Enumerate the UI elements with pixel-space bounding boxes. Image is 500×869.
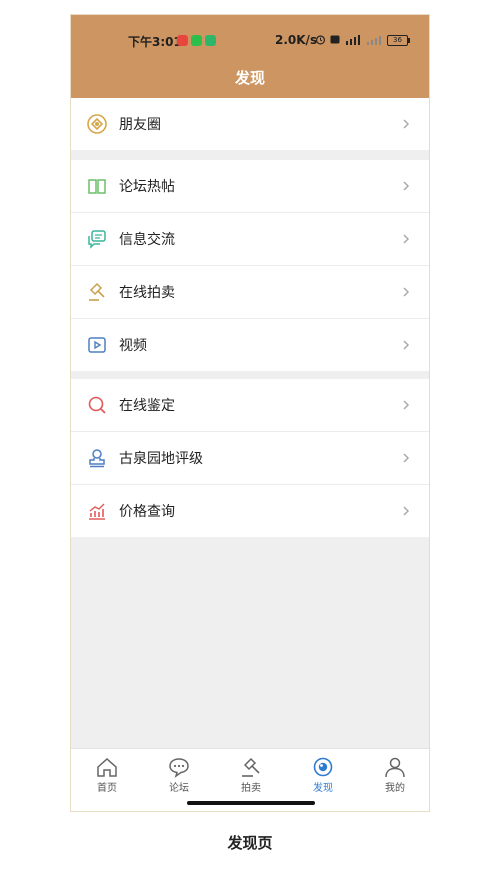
chevron-right-icon: [403, 506, 410, 516]
chevron-right-icon: [403, 340, 410, 350]
nav-profile[interactable]: 我的: [370, 756, 420, 794]
menu-item-label: 论坛热帖: [119, 179, 175, 195]
app-notification-icon: [177, 35, 188, 46]
section-services: 在线鉴定 古泉园地评级 价格查询: [71, 379, 429, 537]
menu-item-label: 信息交流: [119, 232, 175, 248]
signal-weak-icon: [367, 36, 381, 45]
chevron-right-icon: [403, 119, 410, 129]
nav-forum[interactable]: 论坛: [154, 756, 204, 794]
chevron-right-icon: [403, 181, 410, 191]
gavel-icon: [242, 757, 260, 777]
network-speed: 2.0K/s: [275, 33, 318, 47]
forum-icon: [169, 758, 189, 778]
page-title: 发现: [234, 69, 265, 87]
chevron-right-icon: [403, 287, 410, 297]
menu-item-label: 在线拍卖: [119, 285, 175, 301]
menu-item-price-lookup[interactable]: 价格查询: [71, 485, 429, 537]
nav-label: 发现: [313, 783, 333, 794]
gavel-icon: [89, 282, 105, 301]
chevron-right-icon: [403, 234, 410, 244]
menu-item-moments[interactable]: 朋友圈: [71, 98, 429, 150]
notification-icons: [177, 35, 216, 46]
menu-item-label: 价格查询: [119, 504, 175, 520]
section-community: 论坛热帖 信息交流 在线拍卖 视频: [71, 160, 429, 371]
wechat-icon: [191, 35, 202, 46]
menu-item-label: 朋友圈: [119, 117, 161, 133]
hd-icon: [330, 35, 340, 44]
nav-label: 我的: [385, 783, 405, 794]
menu-item-online-appraisal[interactable]: 在线鉴定: [71, 379, 429, 432]
nav-label: 拍卖: [241, 783, 261, 794]
system-icons: [315, 34, 382, 45]
nav-label: 论坛: [169, 783, 189, 794]
nav-discover[interactable]: 发现: [298, 756, 348, 794]
book-icon: [88, 179, 106, 194]
search-icon: [88, 396, 106, 414]
chart-icon: [89, 503, 105, 520]
phone-frame: 下午3:01 2.0K/s 36 发现 朋友圈 论坛热帖 信息交流 在线拍卖 视…: [70, 14, 430, 812]
alarm-icon: [315, 35, 326, 45]
nav-label: 首页: [97, 783, 117, 794]
chat-icon: [88, 230, 106, 249]
moments-icon: [87, 114, 107, 134]
app-notification-icon: [205, 35, 216, 46]
status-bar: 下午3:01 2.0K/s 36: [71, 33, 429, 49]
top-bar: 下午3:01 2.0K/s 36 发现: [71, 15, 429, 98]
nav-home[interactable]: 首页: [82, 756, 132, 794]
chevron-right-icon: [403, 400, 410, 410]
menu-item-label: 古泉园地评级: [119, 451, 203, 467]
video-icon: [88, 337, 106, 353]
menu-item-coin-grading[interactable]: 古泉园地评级: [71, 432, 429, 485]
menu-item-label: 在线鉴定: [119, 398, 175, 414]
discover-icon: [313, 757, 333, 777]
home-indicator[interactable]: [187, 801, 315, 805]
signal-icon: [346, 35, 360, 45]
home-icon: [97, 757, 117, 777]
menu-item-video[interactable]: 视频: [71, 319, 429, 371]
chevron-right-icon: [403, 453, 410, 463]
stamp-icon: [89, 449, 105, 468]
screenshot-caption: 发现页: [227, 834, 273, 852]
nav-auction[interactable]: 拍卖: [226, 756, 276, 794]
menu-item-forum-hot[interactable]: 论坛热帖: [71, 160, 429, 213]
battery-icon: 36: [387, 35, 410, 46]
menu-item-info-exchange[interactable]: 信息交流: [71, 213, 429, 266]
menu-item-label: 视频: [119, 338, 147, 354]
user-icon: [385, 757, 405, 778]
section-moments: 朋友圈: [71, 98, 429, 150]
menu-item-online-auction[interactable]: 在线拍卖: [71, 266, 429, 319]
status-time: 下午3:01: [128, 35, 182, 49]
